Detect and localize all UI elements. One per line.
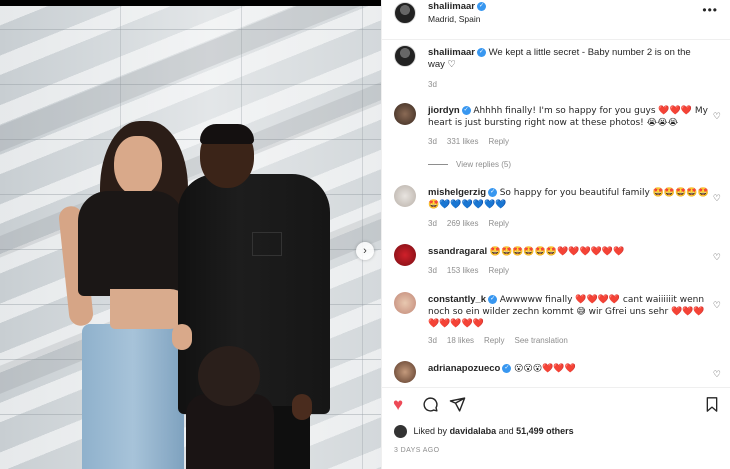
author-username-row: shaliimaar ✓: [428, 1, 486, 12]
next-photo-chevron-icon[interactable]: ›: [356, 242, 374, 260]
view-replies-button[interactable]: View replies (5): [428, 160, 511, 169]
verified-badge-icon: ✓: [502, 363, 512, 373]
woman-jeans: [82, 324, 184, 469]
liked-by-count[interactable]: 51,499 others: [516, 426, 574, 436]
post-location[interactable]: Madrid, Spain: [428, 14, 480, 24]
comment-avatar[interactable]: [394, 361, 416, 383]
comment-age: 3d: [428, 219, 437, 228]
comment-age: 3d: [428, 137, 437, 146]
comment-bubble-icon[interactable]: [422, 396, 439, 417]
share-plane-icon[interactable]: [449, 396, 466, 417]
post-side-panel: shaliimaar ✓ Madrid, Spain ••• shaliimaar…: [381, 0, 730, 469]
post-photo[interactable]: ›: [0, 6, 381, 469]
comment-username[interactable]: ssandragaral: [428, 246, 487, 257]
liked-by-user[interactable]: davidalaba: [450, 426, 497, 436]
comments-list[interactable]: shaliimaar ✓ We kept a little secret - Ba…: [382, 41, 730, 386]
man-pocket: [252, 232, 282, 256]
post-time-ago: 3 DAYS AGO: [394, 447, 440, 454]
comment-text-row: mishelgerzig ✓ So happy for you beautiful…: [428, 187, 710, 211]
comment-meta: 3d 153 likes Reply: [428, 266, 519, 275]
comment-meta: 3d 269 likes Reply: [428, 219, 519, 228]
woman-face: [114, 136, 162, 196]
comment-like-heart-icon[interactable]: ♡: [713, 193, 721, 204]
reply-button[interactable]: Reply: [488, 219, 508, 228]
comment-text-row: jiordyn ✓ Ahhhh finally! I'm so happy for…: [428, 105, 710, 129]
comment-username[interactable]: constantly_k: [428, 294, 486, 305]
comment-meta: 3d 18 likes Reply See translation: [428, 336, 578, 345]
comment-like-heart-icon[interactable]: ♡: [713, 252, 721, 263]
comment-bubble-svg: [423, 397, 438, 412]
comment-like-heart-icon[interactable]: ♡: [713, 300, 721, 311]
view-replies-label: View replies (5): [456, 160, 511, 169]
caption-username[interactable]: shaliimaar: [428, 47, 475, 58]
replies-divider: [428, 164, 448, 166]
comment-likes[interactable]: 153 likes: [447, 266, 479, 275]
author-username[interactable]: shaliimaar: [428, 1, 475, 12]
comment-like-heart-icon[interactable]: ♡: [713, 111, 721, 122]
liked-by-row: Liked by davidalaba and 51,499 others: [394, 425, 574, 438]
comment-username[interactable]: adrianapozueco: [428, 363, 500, 374]
liked-by-prefix: Liked by: [413, 425, 448, 436]
bookmark-svg: [706, 397, 718, 412]
post-header: shaliimaar ✓ Madrid, Spain •••: [382, 0, 730, 40]
comment-username[interactable]: mishelgerzig: [428, 187, 486, 198]
verified-badge-icon: ✓: [477, 47, 486, 57]
post-actions-bar: ♥: [382, 387, 730, 423]
caption-text-row: shaliimaar ✓ We kept a little secret - Ba…: [428, 47, 710, 71]
reply-button[interactable]: Reply: [484, 336, 504, 345]
verified-badge-icon: ✓: [477, 2, 486, 12]
comment-avatar[interactable]: [394, 185, 416, 207]
comment-likes[interactable]: 331 likes: [447, 137, 479, 146]
liked-by-and: and: [498, 425, 514, 436]
see-translation-button[interactable]: See translation: [514, 336, 567, 345]
comment-avatar[interactable]: [394, 292, 416, 314]
woman-hand: [172, 324, 192, 350]
more-options-icon[interactable]: •••: [702, 3, 718, 17]
comment-meta: 3d 331 likes Reply: [428, 137, 519, 146]
man-hair: [200, 124, 254, 144]
caption-age: 3d: [428, 80, 437, 89]
comment-avatar[interactable]: [394, 103, 416, 125]
comment-text: 😮😮😮❤️❤️❤️: [513, 364, 576, 374]
liker-avatar[interactable]: [394, 425, 407, 438]
comment-text: 🤩🤩🤩🤩🤩🤩❤️❤️❤️❤️❤️❤️: [489, 247, 625, 257]
save-bookmark-icon[interactable]: [704, 396, 720, 417]
comment-likes[interactable]: 269 likes: [447, 219, 479, 228]
comment-text-row: adrianapozueco ✓ 😮😮😮❤️❤️❤️: [428, 363, 710, 375]
comment-username[interactable]: jiordyn: [428, 105, 460, 116]
verified-badge-icon: ✓: [488, 294, 498, 304]
woman-top: [78, 191, 184, 296]
comment-likes[interactable]: 18 likes: [447, 336, 474, 345]
comment-like-heart-icon[interactable]: ♡: [713, 369, 721, 380]
child-head: [198, 346, 260, 406]
caption-avatar[interactable]: [394, 45, 416, 67]
author-avatar[interactable]: [394, 2, 416, 24]
verified-badge-icon: ✓: [488, 187, 498, 197]
comment-avatar[interactable]: [394, 244, 416, 266]
comment-text-row: constantly_k ✓ Awwwww finally ❤️❤️❤️❤️ ca…: [428, 294, 710, 330]
share-plane-svg: [449, 397, 466, 412]
reply-button[interactable]: Reply: [488, 266, 508, 275]
like-heart-icon[interactable]: ♥: [393, 396, 403, 414]
comment-age: 3d: [428, 266, 437, 275]
comment-text-row: ssandragaral 🤩🤩🤩🤩🤩🤩❤️❤️❤️❤️❤️❤️: [428, 246, 710, 258]
reply-button[interactable]: Reply: [488, 137, 508, 146]
man-hand: [292, 394, 312, 420]
comment-age: 3d: [428, 336, 437, 345]
verified-badge-icon: ✓: [461, 105, 471, 115]
